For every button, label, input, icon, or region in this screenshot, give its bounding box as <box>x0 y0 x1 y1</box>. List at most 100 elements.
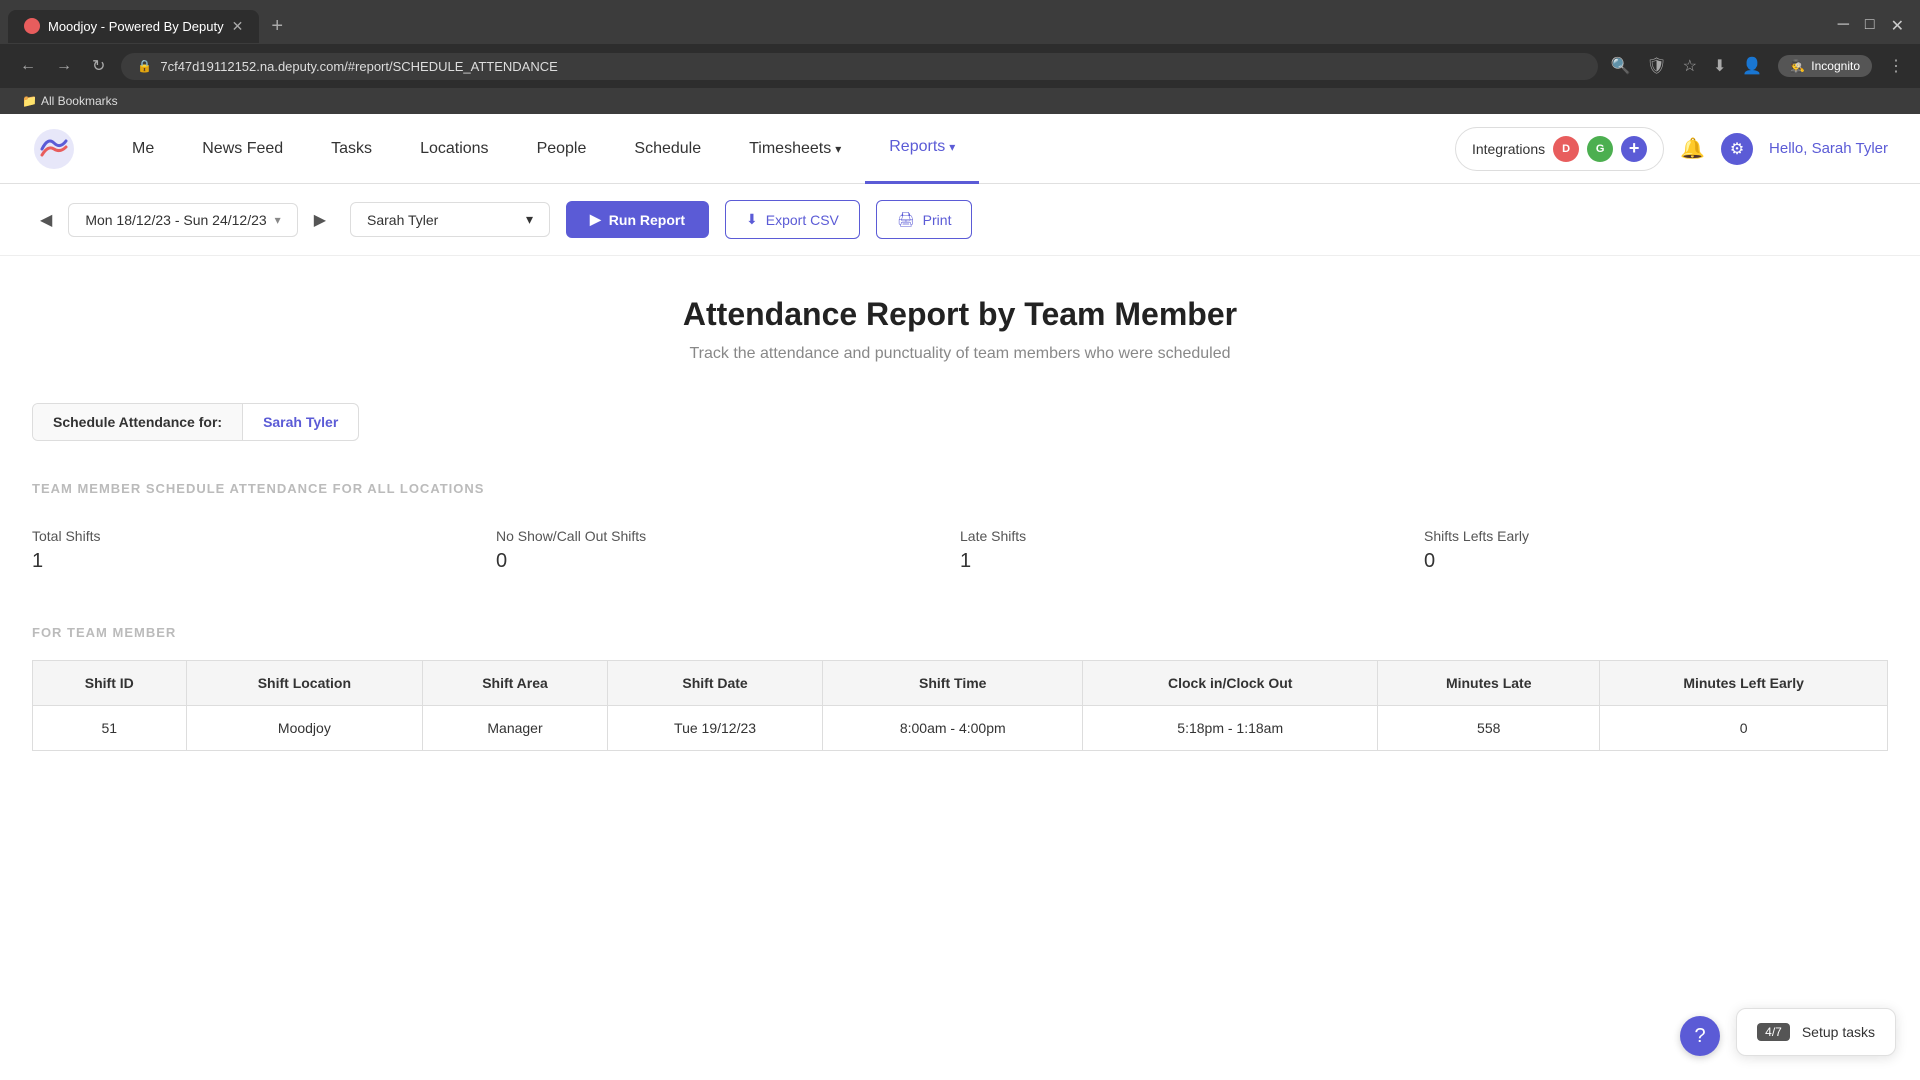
stat-no-show-value: 0 <box>496 550 960 573</box>
bookmark-item[interactable]: 📁 All Bookmarks <box>16 92 124 110</box>
date-range-arrow: ▾ <box>275 213 281 227</box>
stat-late-shifts: Late Shifts 1 <box>960 516 1424 585</box>
col-minutes-late: Minutes Late <box>1378 661 1600 706</box>
nav-timesheets[interactable]: Timesheets ▾ <box>725 114 865 184</box>
stat-total-shifts-value: 1 <box>32 550 496 573</box>
integration-avatar-2: G <box>1587 136 1613 162</box>
refresh-button[interactable]: ↻ <box>88 52 109 80</box>
download-icon[interactable]: ⬇ <box>1713 56 1726 76</box>
nav-tasks[interactable]: Tasks <box>307 114 396 184</box>
close-button[interactable]: ✕ <box>1891 16 1904 36</box>
nav-news-feed[interactable]: News Feed <box>178 114 307 184</box>
report-content: Attendance Report by Team Member Track t… <box>0 256 1920 791</box>
export-icon: ⬇ <box>746 211 758 228</box>
cell-shift-time: 8:00am - 4:00pm <box>823 706 1083 751</box>
stat-total-shifts-label: Total Shifts <box>32 528 496 544</box>
report-toolbar: ◀ Mon 18/12/23 - Sun 24/12/23 ▾ ▶ Sarah … <box>0 184 1920 256</box>
tab-title: Moodjoy - Powered By Deputy <box>48 19 224 34</box>
forward-button[interactable]: → <box>52 53 76 79</box>
incognito-icon: 🕵 <box>1790 59 1805 73</box>
for-member-section-title: FOR TEAM MEMBER <box>32 625 1888 640</box>
print-label: Print <box>923 212 952 228</box>
app-logo[interactable] <box>32 127 76 171</box>
schedule-filter: Schedule Attendance for: Sarah Tyler <box>32 403 359 441</box>
bookmark-star-icon[interactable]: ☆ <box>1683 56 1697 76</box>
lock-icon: 🔒 <box>137 59 152 73</box>
stat-late-shifts-value: 1 <box>960 550 1424 573</box>
table-body: 51 Moodjoy Manager Tue 19/12/23 8:00am -… <box>33 706 1888 751</box>
notifications-bell-icon[interactable]: 🔔 <box>1680 136 1705 161</box>
incognito-button[interactable]: 🕵 Incognito <box>1778 55 1872 77</box>
integrations-label: Integrations <box>1472 141 1545 157</box>
stats-grid: Total Shifts 1 No Show/Call Out Shifts 0… <box>32 516 1888 585</box>
stat-no-show-label: No Show/Call Out Shifts <box>496 528 960 544</box>
shield-icon[interactable]: 🛡 <box>1646 56 1666 76</box>
address-bar-input[interactable]: 🔒 7cf47d19112152.na.deputy.com/#report/S… <box>121 53 1598 80</box>
greeting-prefix: Hello, <box>1769 140 1812 157</box>
integration-avatar-1: D <box>1553 136 1579 162</box>
cell-shift-location: Moodjoy <box>186 706 423 751</box>
nav-people[interactable]: People <box>513 114 611 184</box>
nav-right: Integrations D G + 🔔 ⚙ Hello, Sarah Tyle… <box>1455 127 1888 171</box>
tab-favicon <box>24 18 40 34</box>
run-report-button[interactable]: ▶ Run Report <box>566 201 709 238</box>
main-navigation: Me News Feed Tasks Locations People Sche… <box>0 114 1920 184</box>
nav-reports[interactable]: Reports ▾ <box>865 114 979 184</box>
setup-tasks-widget[interactable]: 4/7 Setup tasks <box>1736 1008 1896 1056</box>
integration-add-avatar: + <box>1621 136 1647 162</box>
nav-schedule[interactable]: Schedule <box>610 114 725 184</box>
col-shift-area: Shift Area <box>423 661 608 706</box>
help-button[interactable]: ? <box>1680 1016 1720 1056</box>
profile-icon[interactable]: 👤 <box>1742 56 1762 76</box>
stat-late-shifts-label: Late Shifts <box>960 528 1424 544</box>
date-range-picker[interactable]: Mon 18/12/23 - Sun 24/12/23 ▾ <box>68 203 297 237</box>
report-subtitle: Track the attendance and punctuality of … <box>32 345 1888 363</box>
integrations-button[interactable]: Integrations D G + <box>1455 127 1664 171</box>
date-navigation: ◀ Mon 18/12/23 - Sun 24/12/23 ▾ ▶ <box>32 203 334 237</box>
timesheets-dropdown-arrow: ▾ <box>835 142 841 156</box>
search-icon[interactable]: 🔍 <box>1610 56 1630 76</box>
stat-total-shifts: Total Shifts 1 <box>32 516 496 585</box>
reports-dropdown-arrow: ▾ <box>949 140 955 154</box>
tab-close-button[interactable]: ✕ <box>232 18 244 35</box>
url-text: 7cf47d19112152.na.deputy.com/#report/SCH… <box>160 59 557 74</box>
person-select[interactable]: Sarah Tyler ▾ <box>350 202 550 237</box>
cell-clock-in-out: 5:18pm - 1:18am <box>1083 706 1378 751</box>
export-label: Export CSV <box>766 212 839 228</box>
stat-no-show: No Show/Call Out Shifts 0 <box>496 516 960 585</box>
greeting-name: Sarah Tyler <box>1812 140 1888 157</box>
stat-left-early-label: Shifts Lefts Early <box>1424 528 1888 544</box>
new-tab-button[interactable]: + <box>263 11 291 42</box>
settings-icon[interactable]: ⚙ <box>1721 133 1753 165</box>
col-shift-date: Shift Date <box>607 661 822 706</box>
person-select-value: Sarah Tyler <box>367 212 438 228</box>
run-report-icon: ▶ <box>590 211 601 228</box>
back-button[interactable]: ← <box>16 53 40 79</box>
export-csv-button[interactable]: ⬇ Export CSV <box>725 200 860 239</box>
next-date-button[interactable]: ▶ <box>306 206 334 234</box>
restore-button[interactable]: □ <box>1865 16 1875 36</box>
help-icon: ? <box>1694 1025 1705 1048</box>
prev-date-button[interactable]: ◀ <box>32 206 60 234</box>
col-clock-in-out: Clock in/Clock Out <box>1083 661 1378 706</box>
person-select-arrow: ▾ <box>526 211 533 228</box>
user-greeting[interactable]: Hello, Sarah Tyler <box>1769 140 1888 157</box>
nav-items: Me News Feed Tasks Locations People Sche… <box>108 114 1455 184</box>
filter-value: Sarah Tyler <box>243 404 358 440</box>
incognito-label: Incognito <box>1811 59 1860 73</box>
col-shift-id: Shift ID <box>33 661 187 706</box>
stat-left-early: Shifts Lefts Early 0 <box>1424 516 1888 585</box>
nav-locations[interactable]: Locations <box>396 114 513 184</box>
table-row: 51 Moodjoy Manager Tue 19/12/23 8:00am -… <box>33 706 1888 751</box>
col-shift-location: Shift Location <box>186 661 423 706</box>
cell-minutes-late: 558 <box>1378 706 1600 751</box>
filter-label: Schedule Attendance for: <box>33 404 243 440</box>
print-button[interactable]: 🖨 Print <box>876 200 973 239</box>
extensions-icon[interactable]: ⋮ <box>1888 56 1904 76</box>
stat-left-early-value: 0 <box>1424 550 1888 573</box>
all-locations-section-title: TEAM MEMBER SCHEDULE ATTENDANCE FOR ALL … <box>32 481 1888 496</box>
minimize-button[interactable]: ─ <box>1838 16 1849 36</box>
cell-shift-area: Manager <box>423 706 608 751</box>
nav-me[interactable]: Me <box>108 114 178 184</box>
browser-tab[interactable]: Moodjoy - Powered By Deputy ✕ <box>8 10 259 43</box>
